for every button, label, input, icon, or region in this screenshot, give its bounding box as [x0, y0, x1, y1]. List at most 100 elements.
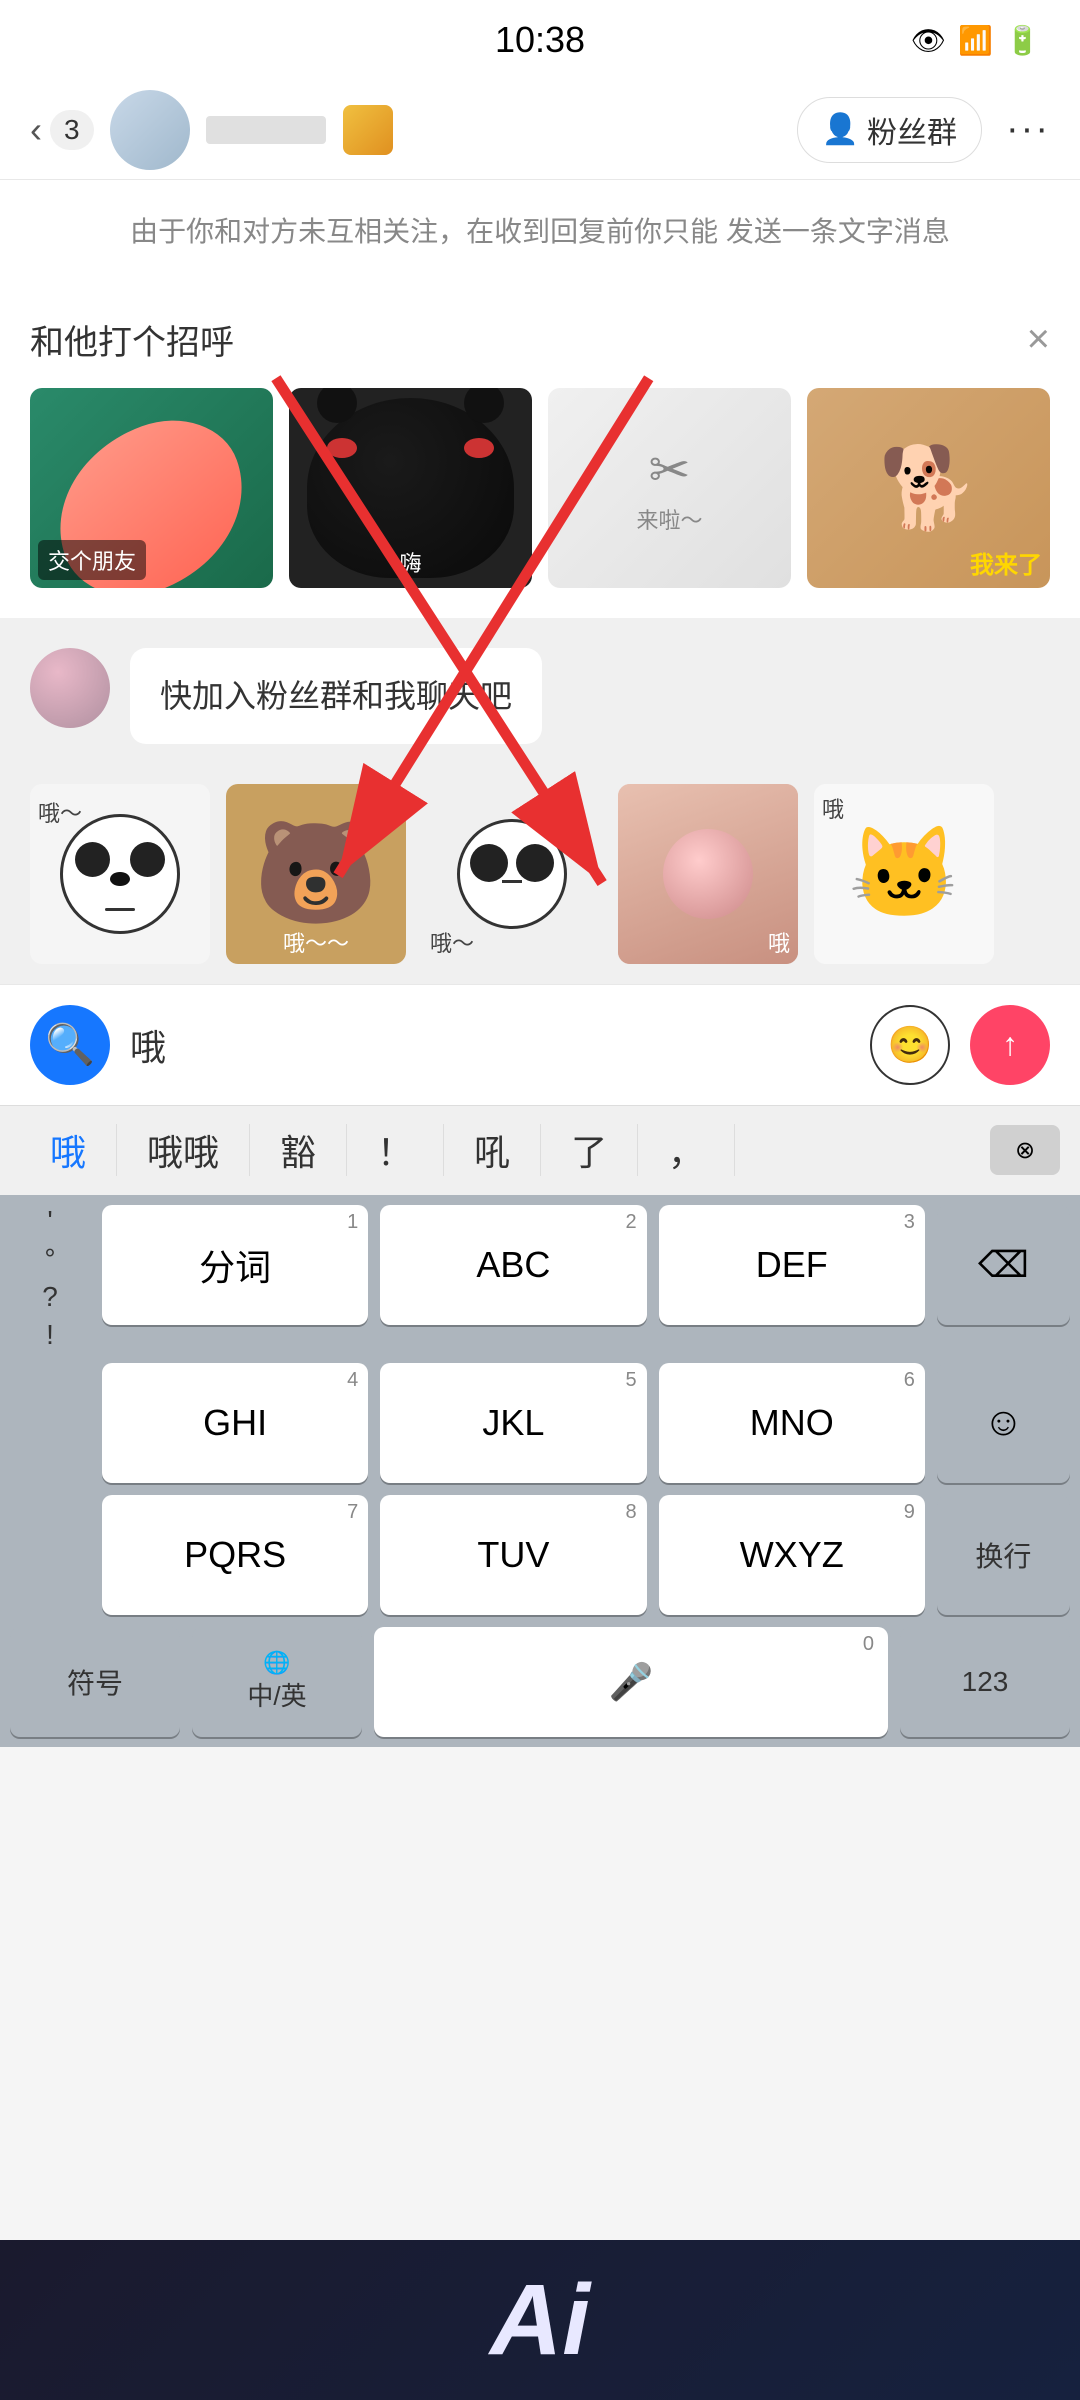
- sticker-label: 交个朋友: [38, 540, 146, 580]
- key-pqrs[interactable]: 7 PQRS: [102, 1495, 368, 1615]
- return-key[interactable]: 换行: [937, 1495, 1070, 1615]
- mic-icon: 🎤: [609, 1661, 654, 1703]
- message-input[interactable]: [130, 1005, 850, 1085]
- search-button[interactable]: 🔍: [30, 1005, 110, 1085]
- key-123[interactable]: 123: [900, 1627, 1070, 1737]
- key-jkl[interactable]: 5 JKL: [380, 1363, 646, 1483]
- key-label: PQRS: [184, 1534, 286, 1576]
- punct-exclaim[interactable]: !: [10, 1319, 90, 1351]
- sticker-panda-2[interactable]: 哦～: [422, 784, 602, 964]
- sticker-bear-2[interactable]: 🐻 哦～～: [226, 784, 406, 964]
- avatar[interactable]: [110, 90, 190, 170]
- sticker-dog[interactable]: 🐕 我来了: [807, 388, 1050, 588]
- backspace-icon: ⌫: [978, 1244, 1029, 1286]
- suggestion-item-1[interactable]: 哦哦: [117, 1124, 250, 1176]
- sticker-cat[interactable]: 🐱 哦: [814, 784, 994, 964]
- key-label: GHI: [203, 1402, 267, 1444]
- back-count-badge: 3: [50, 110, 94, 150]
- chinese-english-label: 中/英: [247, 1676, 306, 1713]
- sender-avatar: [30, 648, 110, 728]
- keyboard: ' ° ? ! 1 分词 2 ABC 3 DEF ⌫ 4 GHI 5 J: [0, 1195, 1080, 1747]
- ai-label: Ai: [490, 2263, 590, 2378]
- key-123-label: 123: [962, 1666, 1009, 1698]
- globe-icon: 🌐: [263, 1650, 290, 1676]
- greeting-close-button[interactable]: ×: [1027, 317, 1050, 362]
- status-time: 10:38: [495, 19, 585, 61]
- key-abc[interactable]: 2 ABC: [380, 1205, 646, 1325]
- emoji-key-icon: ☺: [983, 1400, 1024, 1445]
- key-mno[interactable]: 6 MNO: [659, 1363, 925, 1483]
- fans-group-button[interactable]: 👤 粉丝群: [797, 97, 982, 163]
- greeting-header: 和他打个招呼 ×: [30, 315, 1050, 364]
- key-wxyz[interactable]: 9 WXYZ: [659, 1495, 925, 1615]
- greeting-title: 和他打个招呼: [30, 315, 234, 364]
- punct-degree[interactable]: °: [10, 1243, 90, 1275]
- sticker-black-bear[interactable]: 嗨: [289, 388, 532, 588]
- punct-column-1: ' ° ? !: [10, 1205, 90, 1351]
- send-icon: ↑: [1002, 1026, 1018, 1063]
- message-text: 快加入粉丝群和我聊天吧: [160, 678, 512, 714]
- emoji-key[interactable]: ☺: [937, 1363, 1070, 1483]
- key-label: TUV: [477, 1534, 549, 1576]
- sticker-label-hai: 嗨: [399, 546, 421, 578]
- sticker-girl[interactable]: 哦: [618, 784, 798, 964]
- suggestion-item-0[interactable]: 哦: [20, 1124, 117, 1176]
- sticker-make-friends[interactable]: 交个朋友: [30, 388, 273, 588]
- key-zero-mic[interactable]: 0 🎤: [374, 1627, 888, 1737]
- notice-text: 由于你和对方未互相关注，在收到回复前你只能 发送一条文字消息: [0, 180, 1080, 285]
- back-button[interactable]: ‹ 3: [30, 109, 94, 151]
- back-arrow-icon: ‹: [30, 109, 42, 151]
- send-button[interactable]: ↑: [970, 1005, 1050, 1085]
- ai-indicator: Ai: [0, 2240, 1080, 2400]
- nav-right-controls: 👤 粉丝群 ···: [797, 97, 1050, 163]
- suggestion-item-3[interactable]: ！: [347, 1124, 444, 1176]
- suggestion-delete-button[interactable]: ⊗: [990, 1125, 1060, 1175]
- key-label: ABC: [476, 1244, 550, 1286]
- sticker-row-2: 哦～ 🐻 哦～～ 哦～: [0, 774, 1080, 984]
- sticker-label-come: 我来了: [970, 545, 1042, 580]
- key-chinese-english[interactable]: 🌐 中/英: [192, 1627, 362, 1737]
- fans-icon: 👤: [822, 112, 859, 147]
- key-label: DEF: [756, 1244, 828, 1286]
- emoji-button[interactable]: 😊: [870, 1005, 950, 1085]
- battery-icon: 🔋: [1005, 24, 1040, 57]
- message-bubble: 快加入粉丝群和我聊天吧: [130, 648, 542, 744]
- suggestion-item-5[interactable]: 了: [541, 1124, 638, 1176]
- key-tuv[interactable]: 8 TUV: [380, 1495, 646, 1615]
- status-bar: 10:38 👁 📶 🔋: [0, 0, 1080, 80]
- key-symbol[interactable]: 符号: [10, 1627, 180, 1737]
- key-label: MNO: [750, 1402, 834, 1444]
- emoji-icon: 😊: [888, 1024, 933, 1066]
- suggestion-item-4[interactable]: 吼: [444, 1124, 541, 1176]
- return-label: 换行: [975, 1535, 1031, 1575]
- user-name: [206, 105, 797, 155]
- more-button[interactable]: ···: [1006, 108, 1050, 151]
- delete-icon: ⊗: [1015, 1136, 1035, 1165]
- keyboard-suggestions: 哦 哦哦 豁 ！ 吼 了 ， ⊗: [0, 1105, 1080, 1195]
- punct-comma[interactable]: ': [10, 1205, 90, 1237]
- wifi-icon: 📶: [958, 24, 993, 57]
- delete-key[interactable]: ⌫: [937, 1205, 1070, 1325]
- sticker-row-1: 交个朋友 嗨 ✂ 来啦～: [30, 388, 1050, 588]
- message-section: 快加入粉丝群和我聊天吧: [0, 618, 1080, 774]
- key-fenCi[interactable]: 1 分词: [102, 1205, 368, 1325]
- input-bar: 🔍 😊 ↑: [0, 984, 1080, 1105]
- key-ghi[interactable]: 4 GHI: [102, 1363, 368, 1483]
- content-area: 和他打个招呼 × 交个朋友 嗨: [0, 285, 1080, 984]
- eye-icon: 👁: [911, 24, 947, 57]
- sticker-panda-1[interactable]: 哦～: [30, 784, 210, 964]
- message-wrapper: 快加入粉丝群和我聊天吧: [30, 648, 1050, 744]
- nav-bar: ‹ 3 👤 粉丝群 ···: [0, 80, 1080, 180]
- status-icons: 👁 📶 🔋: [911, 24, 1040, 57]
- sticker-coming[interactable]: ✂ 来啦～: [548, 388, 791, 588]
- suggestion-item-6[interactable]: ，: [638, 1124, 735, 1176]
- key-label: JKL: [482, 1402, 544, 1444]
- search-icon: 🔍: [45, 1021, 95, 1068]
- symbol-label: 符号: [67, 1662, 123, 1702]
- greeting-popup: 和他打个招呼 × 交个朋友 嗨: [0, 285, 1080, 618]
- key-label: 分词: [199, 1239, 271, 1291]
- suggestion-item-2[interactable]: 豁: [250, 1124, 347, 1176]
- punct-question[interactable]: ?: [10, 1281, 90, 1313]
- key-label: WXYZ: [740, 1534, 844, 1576]
- key-def[interactable]: 3 DEF: [659, 1205, 925, 1325]
